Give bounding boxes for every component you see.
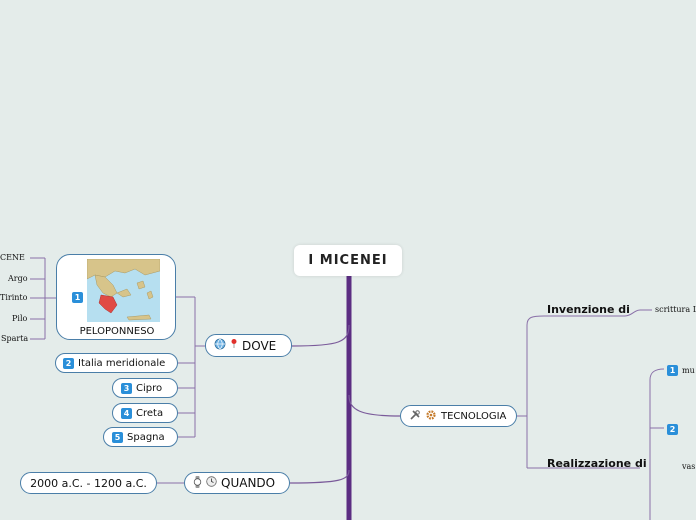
link-quando — [289, 469, 350, 484]
item-number: 1 — [667, 364, 678, 376]
city-pilo[interactable]: Pilo — [12, 314, 27, 323]
peloponneso-card[interactable]: 1 PELOPONNESO — [56, 254, 176, 340]
leaf-scrittura[interactable]: scrittura L — [655, 305, 696, 314]
item-number: 2 — [667, 423, 678, 435]
subtopic-realizzazione[interactable]: Realizzazione di — [547, 457, 647, 470]
city-tirinto[interactable]: Tirinto — [0, 293, 27, 302]
place-number: 2 — [63, 357, 74, 369]
tecnologia-label: TECNOLOGIA — [441, 410, 507, 422]
root-topic[interactable]: I MICENEI — [294, 245, 402, 276]
globe-icon — [214, 338, 226, 353]
quando-label: QUANDO — [221, 476, 276, 490]
gear-icon — [425, 409, 437, 424]
city-cene[interactable]: CENE — [0, 253, 25, 262]
place-number: 3 — [121, 382, 132, 394]
realizzazione-item-1[interactable]: 1 mu — [667, 364, 695, 376]
link-dove-children — [176, 296, 205, 438]
link-realizzazione — [544, 368, 665, 520]
link-tecnologia — [348, 394, 401, 417]
place-label: Creta — [136, 407, 164, 419]
place-spagna[interactable]: 5 Spagna — [103, 427, 178, 447]
place-number: 4 — [121, 407, 132, 419]
place-label: Spagna — [127, 431, 165, 443]
place-number: 5 — [112, 431, 123, 443]
place-label: Cipro — [136, 382, 163, 394]
city-argo[interactable]: Argo — [8, 274, 28, 283]
watch-icon — [193, 475, 202, 491]
place-label: Italia meridionale — [78, 357, 166, 369]
realizzazione-item-2[interactable]: 2 — [667, 423, 682, 435]
place-cipro[interactable]: 3 Cipro — [112, 378, 178, 398]
topic-tecnologia[interactable]: TECNOLOGIA — [400, 405, 517, 427]
pin-icon — [230, 338, 238, 353]
peloponneso-label: PELOPONNESO — [79, 326, 155, 337]
link-dove — [291, 324, 350, 347]
peloponneso-number: 1 — [72, 292, 83, 303]
place-creta[interactable]: 4 Creta — [112, 403, 178, 423]
leaf-vas[interactable]: vas — [682, 462, 695, 471]
root-title: I MICENEI — [308, 253, 388, 268]
link-tech-branches — [517, 315, 545, 469]
item-text: mu — [682, 365, 695, 375]
city-sparta[interactable]: Sparta — [1, 334, 28, 343]
quando-value[interactable]: 2000 a.C. - 1200 a.C. — [20, 472, 157, 494]
quando-value-text: 2000 a.C. - 1200 a.C. — [30, 476, 147, 490]
dove-label: DOVE — [242, 338, 277, 353]
subtopic-invenzione[interactable]: Invenzione di — [547, 303, 630, 316]
tools-icon — [409, 409, 421, 424]
greece-map-image — [86, 258, 161, 322]
place-italia-meridionale[interactable]: 2 Italia meridionale — [55, 353, 178, 373]
link-cities — [30, 257, 56, 340]
topic-quando[interactable]: QUANDO — [184, 472, 290, 494]
topic-dove[interactable]: DOVE — [205, 334, 292, 357]
clock-icon — [206, 476, 217, 490]
